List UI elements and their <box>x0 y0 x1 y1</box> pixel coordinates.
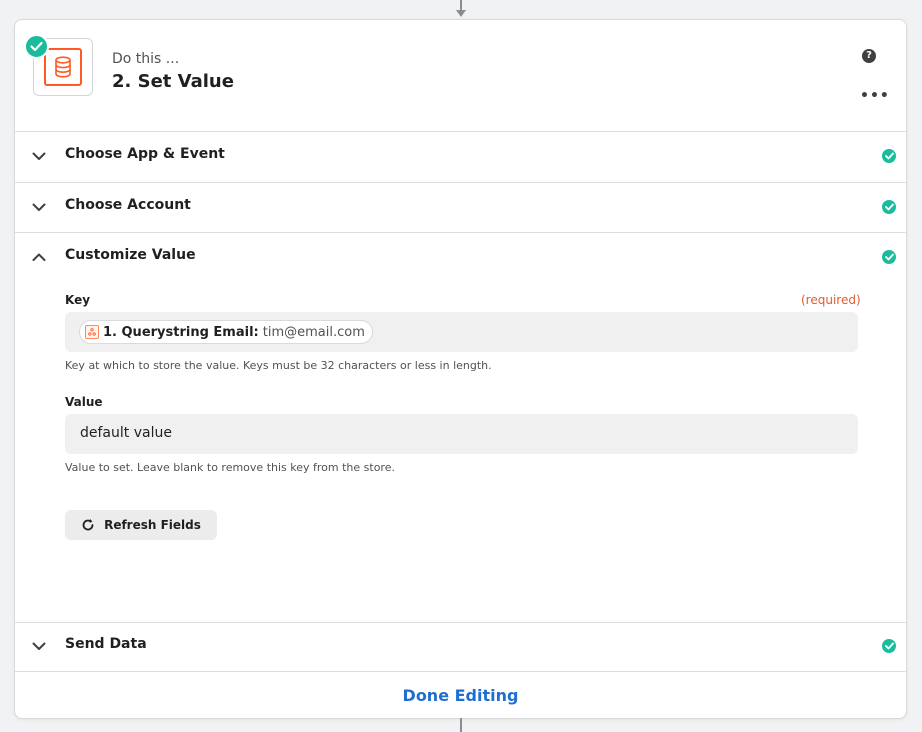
flow-arrow-down-icon <box>456 10 466 17</box>
key-help-text: Key at which to store the value. Keys mu… <box>65 359 492 372</box>
check-circle-icon <box>882 250 896 264</box>
step-complete-check-icon <box>24 34 49 59</box>
value-input-text: default value <box>80 425 172 441</box>
check-circle-icon <box>882 149 896 163</box>
section-label: Send Data <box>65 636 147 652</box>
section-label: Customize Value <box>65 247 196 263</box>
refresh-icon <box>82 519 94 531</box>
pill-field-value: tim@email.com <box>262 324 365 340</box>
pill-field-name: 1. Querystring Email: <box>103 324 259 340</box>
section-header-choose-account[interactable]: Choose Account <box>15 182 906 232</box>
step-header: Do this ... 2. Set Value ? ••• <box>15 20 906 132</box>
webhook-icon <box>85 325 99 339</box>
value-help-text: Value to set. Leave blank to remove this… <box>65 461 395 474</box>
done-editing-button[interactable]: Done Editing <box>403 686 519 705</box>
refresh-fields-button[interactable]: Refresh Fields <box>65 510 217 540</box>
key-field-label: Key <box>65 293 91 307</box>
value-input[interactable]: default value <box>65 414 858 454</box>
section-send-data: Send Data <box>15 621 906 672</box>
key-input[interactable]: 1. Querystring Email: tim@email.com <box>65 312 858 352</box>
section-header-choose-app-event[interactable]: Choose App & Event <box>15 131 906 181</box>
check-circle-icon <box>882 639 896 653</box>
question-circle-icon[interactable]: ? <box>862 49 876 63</box>
section-header-send-data[interactable]: Send Data <box>15 621 906 671</box>
done-editing-bar: Done Editing <box>15 671 906 719</box>
section-label: Choose App & Event <box>65 146 225 162</box>
section-label: Choose Account <box>65 197 191 213</box>
required-indicator: (required) <box>801 293 861 307</box>
flow-connector-bottom <box>460 718 462 732</box>
section-header-customize-value[interactable]: Customize Value <box>15 232 906 282</box>
check-circle-icon <box>882 200 896 214</box>
section-choose-account: Choose Account <box>15 182 906 233</box>
step-title[interactable]: 2. Set Value <box>112 71 234 92</box>
chevron-up-icon <box>32 253 46 261</box>
chevron-down-icon <box>32 152 46 160</box>
section-choose-app-event: Choose App & Event <box>15 131 906 183</box>
database-icon <box>44 48 82 86</box>
value-field-label: Value <box>65 395 103 409</box>
step-card: Do this ... 2. Set Value ? ••• Choose Ap… <box>14 19 907 719</box>
step-subtitle: Do this ... <box>112 51 180 67</box>
chevron-down-icon <box>32 203 46 211</box>
more-horizontal-icon[interactable]: ••• <box>860 88 890 104</box>
refresh-fields-label: Refresh Fields <box>104 518 201 532</box>
mapped-field-pill[interactable]: 1. Querystring Email: tim@email.com <box>79 320 373 344</box>
chevron-down-icon <box>32 642 46 650</box>
